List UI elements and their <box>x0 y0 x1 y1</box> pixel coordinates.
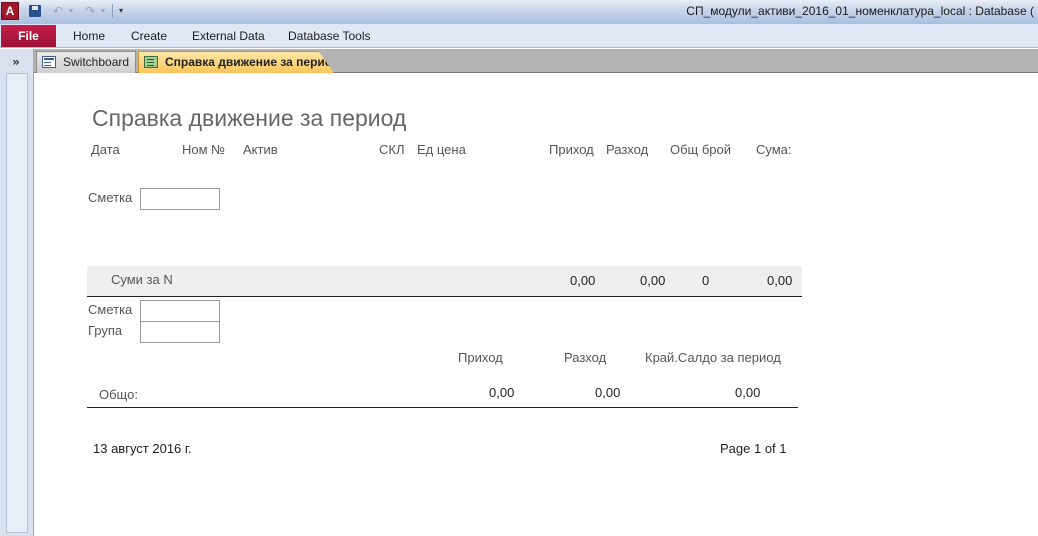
group-totals-band <box>87 266 802 296</box>
nav-pane-shutter[interactable] <box>6 73 28 533</box>
col-header-unit-price: Ед цена <box>417 142 466 157</box>
group-totals-divider <box>87 296 802 297</box>
group-total-count: 0 <box>702 273 710 288</box>
col-header-total-count: Общ брой <box>670 142 732 157</box>
col-header-sum: Сума: <box>756 142 792 157</box>
grand-total-balance: 0,00 <box>735 385 761 400</box>
form-icon <box>42 56 56 68</box>
col-header-item-no: Ном № <box>182 142 226 157</box>
smetka-field[interactable] <box>140 188 220 210</box>
report-icon <box>144 56 158 68</box>
group-totals-label: Суми за N <box>111 272 173 287</box>
report-canvas: Справка движение за период Дата Ном № Ак… <box>35 73 1038 536</box>
grand-total-expense: 0,00 <box>595 385 621 400</box>
tab-external-data[interactable]: External Data <box>192 29 265 43</box>
tab-label: Switchboard <box>63 55 130 69</box>
grand-total-income: 0,00 <box>489 385 515 400</box>
report-date: 13 август 2016 г. <box>93 441 192 456</box>
summary-header-end-balance: Край.Салдо за период <box>645 350 781 365</box>
redo-dropdown-icon[interactable]: ▾ <box>98 3 108 19</box>
undo-dropdown-icon[interactable]: ▾ <box>66 3 76 19</box>
tab-label: Справка движение за период <box>165 55 340 69</box>
navigation-pane: » <box>0 49 34 536</box>
tab-create[interactable]: Create <box>131 29 167 43</box>
group-total-income: 0,00 <box>570 273 596 288</box>
group-total-sum: 0,00 <box>767 273 793 288</box>
col-header-warehouse: СКЛ <box>379 142 405 157</box>
col-header-income: Приход <box>549 142 594 157</box>
footer-grupa-label: Група <box>88 323 123 338</box>
grand-total-divider <box>87 407 798 408</box>
tab-home[interactable]: Home <box>73 29 105 43</box>
footer-grupa-field[interactable] <box>140 321 220 343</box>
col-header-expense: Разход <box>606 142 649 157</box>
summary-header-expense: Разход <box>564 350 607 365</box>
tab-report-movement[interactable]: Справка движение за период <box>138 51 334 73</box>
qat-separator <box>112 4 113 18</box>
footer-smetka-label: Сметка <box>88 302 133 317</box>
summary-header-income: Приход <box>458 350 503 365</box>
group-total-expense: 0,00 <box>640 273 666 288</box>
save-icon[interactable] <box>27 3 43 19</box>
redo-icon[interactable]: ↷ <box>82 3 98 19</box>
page-number: Page 1 of 1 <box>720 441 787 456</box>
access-app-icon[interactable]: A <box>1 2 19 20</box>
report-title: Справка движение за период <box>92 105 407 131</box>
undo-icon[interactable]: ↶ <box>50 3 66 19</box>
document-tabs: Switchboard Справка движение за период <box>34 49 1038 73</box>
col-header-date: Дата <box>91 142 120 157</box>
smetka-label: Сметка <box>88 190 133 205</box>
file-tab[interactable]: File <box>1 25 56 47</box>
col-header-asset: Актив <box>243 142 278 157</box>
tab-switchboard[interactable]: Switchboard <box>36 51 136 73</box>
ribbon-tab-bar: File Home Create External Data Database … <box>0 24 1038 48</box>
grand-total-label: Общо: <box>99 387 138 402</box>
window-title: СП_модули_активи_2016_01_номенклатура_lo… <box>686 4 1034 18</box>
tab-database-tools[interactable]: Database Tools <box>288 29 371 43</box>
nav-pane-toggle-icon[interactable]: » <box>0 53 32 71</box>
footer-smetka-field[interactable] <box>140 300 220 322</box>
customize-qat-icon[interactable]: ▾ <box>116 3 126 19</box>
title-bar: A ↶ ▾ ↷ ▾ ▾ СП_модули_активи_2016_01_ном… <box>0 0 1038 24</box>
